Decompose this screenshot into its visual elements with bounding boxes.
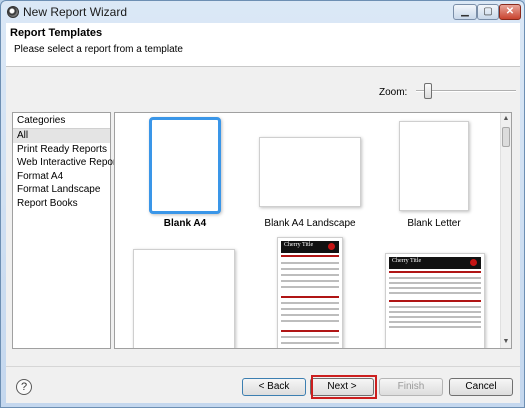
wizard-window: New Report Wizard ▁ ▢ ✕ Report Templates… [0,0,525,408]
scroll-down-icon[interactable]: ▼ [501,337,511,347]
template-blank-a4-landscape[interactable] [259,137,361,207]
preview-row [389,326,481,328]
preview-row [281,286,339,288]
templates-scrollbar[interactable]: ▲ ▼ [500,113,511,348]
preview-row [389,292,481,294]
back-button[interactable]: < Back [242,378,306,396]
template-cherry-portrait[interactable]: Cherry Title [277,237,343,348]
template-blank-letter[interactable] [399,121,469,211]
preview-row [281,268,339,270]
preview-rule [281,330,339,332]
finish-button: Finish [379,378,443,396]
category-item-format-a4[interactable]: Format A4 [13,170,110,184]
preview-row [389,316,481,318]
preview-row [281,302,339,304]
zoom-label: Zoom: [379,87,408,98]
template-label-blank-a4-landscape: Blank A4 Landscape [264,218,356,229]
preview-row [389,306,481,308]
scrollbar-thumb[interactable] [502,127,510,147]
page-description: Please select a report from a template [14,44,183,55]
category-item-print-ready[interactable]: Print Ready Reports [13,143,110,157]
zoom-slider-thumb[interactable] [424,83,432,99]
template-cherry-landscape[interactable]: Cherry Title [385,253,485,348]
preview-row [281,336,339,338]
zoom-slider[interactable] [416,81,516,101]
category-item-format-landscape[interactable]: Format Landscape [13,183,110,197]
categories-title: Categories [13,113,110,129]
cancel-button[interactable]: Cancel [449,378,513,396]
preview-title: Cherry Title [284,242,314,248]
preview-row [389,282,481,284]
eclipse-app-icon [7,6,19,18]
templates-gallery: Blank A4 Blank A4 Landscape Blank Letter… [114,112,512,349]
preview-row [281,320,339,322]
template-label-blank-letter: Blank Letter [407,218,461,229]
window-title: New Report Wizard [23,5,128,19]
template-blank-landscape-2[interactable] [133,249,235,348]
scroll-up-icon[interactable]: ▲ [501,114,511,124]
template-label-blank-a4: Blank A4 [163,218,207,229]
footer-divider [6,366,520,367]
rose-icon [328,243,335,250]
wizard-client-area: Report Templates Please select a report … [6,23,520,403]
preview-title: Cherry Title [392,258,422,264]
preview-row [281,274,339,276]
wizard-header: Report Templates Please select a report … [6,23,520,67]
preview-rule [389,300,481,302]
category-item-report-books[interactable]: Report Books [13,197,110,211]
preview-row [281,308,339,310]
rose-icon [470,259,477,266]
preview-rule [281,255,339,257]
title-bar: New Report Wizard ▁ ▢ ✕ [1,1,524,23]
page-title: Report Templates [10,27,103,39]
preview-rule [281,296,339,298]
preview-row [281,314,339,316]
help-icon[interactable]: ? [16,379,32,395]
preview-header: Cherry Title [389,257,481,269]
categories-list: Categories All Print Ready Reports Web I… [12,112,124,349]
template-blank-a4[interactable] [149,117,221,214]
next-button-highlight [311,375,377,399]
category-item-web-interactive[interactable]: Web Interactive Reports [13,156,124,170]
preview-row [281,280,339,282]
minimize-button[interactable]: ▁ [453,4,477,20]
close-button[interactable]: ✕ [499,4,521,20]
maximize-button[interactable]: ▢ [477,4,499,20]
preview-header: Cherry Title [281,241,339,253]
preview-rule [389,271,481,273]
preview-row [389,277,481,279]
preview-row [281,262,339,264]
preview-row [281,342,339,344]
preview-row [389,287,481,289]
category-item-all[interactable]: All [13,129,110,143]
preview-row [389,321,481,323]
preview-row [389,311,481,313]
